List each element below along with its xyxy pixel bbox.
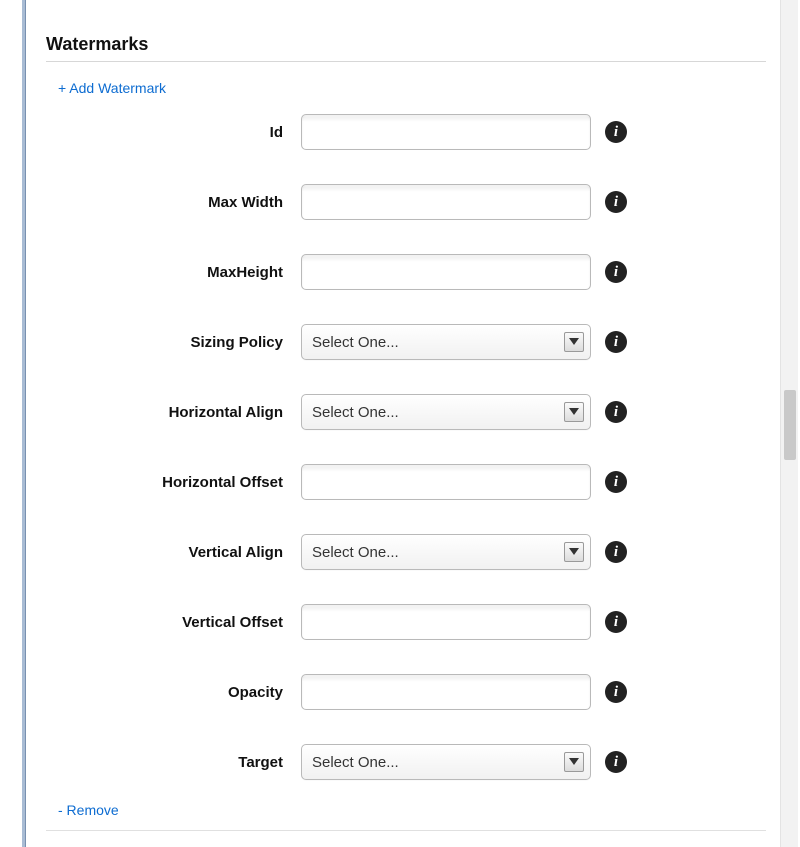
scrollbar-thumb[interactable] — [784, 390, 796, 460]
label-vertical-align: Vertical Align — [46, 544, 301, 561]
label-sizing-policy: Sizing Policy — [46, 334, 301, 351]
select-value: Select One... — [312, 334, 399, 351]
row-horizontal-offset: Horizontal Offset i — [46, 464, 766, 500]
input-max-height[interactable] — [301, 254, 591, 290]
label-max-width: Max Width — [46, 194, 301, 211]
row-sizing-policy: Sizing Policy Select One... i — [46, 324, 766, 360]
input-max-width[interactable] — [301, 184, 591, 220]
row-id: Id i — [46, 114, 766, 150]
select-value: Select One... — [312, 544, 399, 561]
remove-watermark-link[interactable]: - Remove — [58, 802, 119, 818]
select-sizing-policy[interactable]: Select One... — [301, 324, 591, 360]
row-target: Target Select One... i — [46, 744, 766, 780]
select-target[interactable]: Select One... — [301, 744, 591, 780]
left-vertical-rule — [22, 0, 26, 847]
input-id[interactable] — [301, 114, 591, 150]
info-icon[interactable]: i — [605, 401, 627, 423]
select-vertical-align[interactable]: Select One... — [301, 534, 591, 570]
label-horizontal-align: Horizontal Align — [46, 404, 301, 421]
section-divider-bottom — [46, 830, 766, 831]
row-vertical-offset: Vertical Offset i — [46, 604, 766, 640]
chevron-down-icon — [564, 752, 584, 772]
section-divider — [46, 61, 766, 62]
label-id: Id — [46, 124, 301, 141]
label-max-height: MaxHeight — [46, 264, 301, 281]
info-icon[interactable]: i — [605, 261, 627, 283]
info-icon[interactable]: i — [605, 751, 627, 773]
info-icon[interactable]: i — [605, 331, 627, 353]
label-vertical-offset: Vertical Offset — [46, 614, 301, 631]
input-vertical-offset[interactable] — [301, 604, 591, 640]
scrollbar-track[interactable] — [780, 0, 798, 847]
label-target: Target — [46, 754, 301, 771]
info-icon[interactable]: i — [605, 191, 627, 213]
row-vertical-align: Vertical Align Select One... i — [46, 534, 766, 570]
section-title: Watermarks — [46, 34, 766, 55]
select-horizontal-align[interactable]: Select One... — [301, 394, 591, 430]
row-opacity: Opacity i — [46, 674, 766, 710]
select-value: Select One... — [312, 754, 399, 771]
select-value: Select One... — [312, 404, 399, 421]
add-watermark-link[interactable]: + Add Watermark — [58, 80, 166, 96]
label-horizontal-offset: Horizontal Offset — [46, 474, 301, 491]
chevron-down-icon — [564, 332, 584, 352]
label-opacity: Opacity — [46, 684, 301, 701]
input-opacity[interactable] — [301, 674, 591, 710]
info-icon[interactable]: i — [605, 121, 627, 143]
chevron-down-icon — [564, 542, 584, 562]
row-horizontal-align: Horizontal Align Select One... i — [46, 394, 766, 430]
chevron-down-icon — [564, 402, 584, 422]
watermark-form: Id i Max Width i MaxHeight i Sizing Poli… — [46, 114, 766, 780]
row-max-height: MaxHeight i — [46, 254, 766, 290]
info-icon[interactable]: i — [605, 541, 627, 563]
info-icon[interactable]: i — [605, 471, 627, 493]
info-icon[interactable]: i — [605, 611, 627, 633]
info-icon[interactable]: i — [605, 681, 627, 703]
input-horizontal-offset[interactable] — [301, 464, 591, 500]
row-max-width: Max Width i — [46, 184, 766, 220]
